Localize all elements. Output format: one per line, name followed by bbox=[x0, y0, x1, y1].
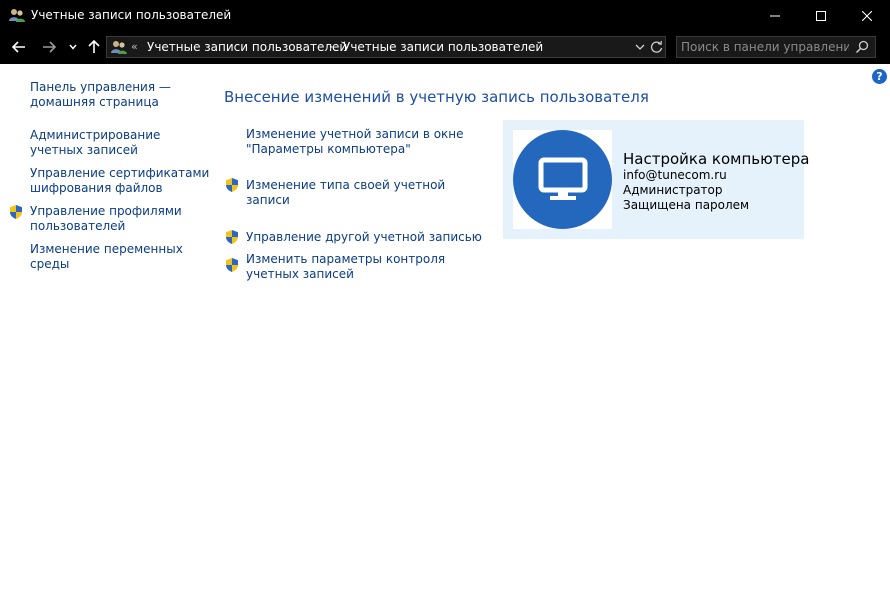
arrow-right-icon bbox=[43, 41, 56, 53]
page-title: Внесение изменений в учетную запись поль… bbox=[224, 88, 649, 106]
maximize-button[interactable] bbox=[798, 0, 844, 31]
user-accounts-icon bbox=[111, 41, 127, 54]
title-bar: Учетные записи пользователей bbox=[0, 0, 890, 31]
arrow-up-icon bbox=[88, 40, 100, 53]
window-title: Учетные записи пользователей bbox=[31, 8, 232, 22]
breadcrumb-item-current[interactable]: Учетные записи пользователей bbox=[343, 40, 543, 54]
arrow-left-icon bbox=[12, 41, 25, 53]
sidebar-link-control-panel-home[interactable]: Панель управления — домашняя страница bbox=[30, 80, 210, 110]
forward-button[interactable] bbox=[38, 37, 60, 57]
sidebar-link-user-profiles[interactable]: Управление профилями пользователей bbox=[30, 204, 210, 234]
sidebar-link-environment-variables[interactable]: Изменение переменных среды bbox=[30, 242, 210, 272]
task-link-change-account-type[interactable]: Изменение типа своей учетной записи bbox=[246, 178, 486, 208]
sidebar-link-encryption-certificates[interactable]: Управление сертификатами шифрования файл… bbox=[30, 166, 210, 196]
back-button[interactable] bbox=[8, 37, 30, 57]
task-link-uac-settings[interactable]: Изменить параметры контроля учетных запи… bbox=[246, 252, 486, 282]
sidebar-link-manage-accounts[interactable]: Администрирование учетных записей bbox=[30, 128, 210, 158]
breadcrumb-separator-icon[interactable]: › bbox=[329, 40, 333, 53]
account-name: Настройка компьютера bbox=[623, 150, 810, 168]
search-box[interactable] bbox=[676, 36, 876, 58]
close-button[interactable] bbox=[844, 0, 890, 31]
close-icon bbox=[862, 10, 872, 21]
uac-shield-icon bbox=[226, 258, 238, 272]
up-button[interactable] bbox=[84, 37, 104, 57]
task-link-manage-another-account[interactable]: Управление другой учетной записью bbox=[246, 230, 486, 245]
search-icon[interactable] bbox=[855, 40, 869, 54]
monitor-icon bbox=[538, 157, 588, 200]
address-toolbar: « Учетные записи пользователей › Учетные… bbox=[0, 31, 890, 64]
address-bar[interactable]: « Учетные записи пользователей › Учетные… bbox=[106, 36, 666, 58]
uac-shield-icon bbox=[226, 230, 238, 244]
avatar bbox=[513, 130, 612, 229]
account-card: Настройка компьютера info@tunecom.ru Адм… bbox=[503, 120, 809, 239]
search-input[interactable] bbox=[681, 39, 849, 55]
task-link-pc-settings[interactable]: Изменение учетной записи в окне "Парамет… bbox=[246, 127, 486, 157]
account-email: info@tunecom.ru bbox=[623, 168, 727, 182]
refresh-icon[interactable] bbox=[649, 39, 664, 55]
uac-shield-icon bbox=[10, 205, 22, 219]
chevron-down-icon bbox=[69, 44, 77, 50]
user-accounts-icon bbox=[9, 9, 25, 22]
help-button[interactable]: ? bbox=[872, 69, 887, 84]
chevron-down-icon[interactable] bbox=[633, 40, 647, 54]
recent-locations-button[interactable] bbox=[66, 37, 80, 57]
maximize-icon bbox=[816, 10, 826, 21]
breadcrumb-item[interactable]: Учетные записи пользователей bbox=[147, 40, 347, 54]
account-protection: Защищена паролем bbox=[623, 198, 750, 212]
minimize-button[interactable] bbox=[752, 0, 798, 31]
minimize-icon bbox=[770, 15, 780, 16]
account-type: Администратор bbox=[623, 183, 723, 197]
uac-shield-icon bbox=[226, 178, 238, 192]
breadcrumb-overflow[interactable]: « bbox=[131, 40, 138, 53]
